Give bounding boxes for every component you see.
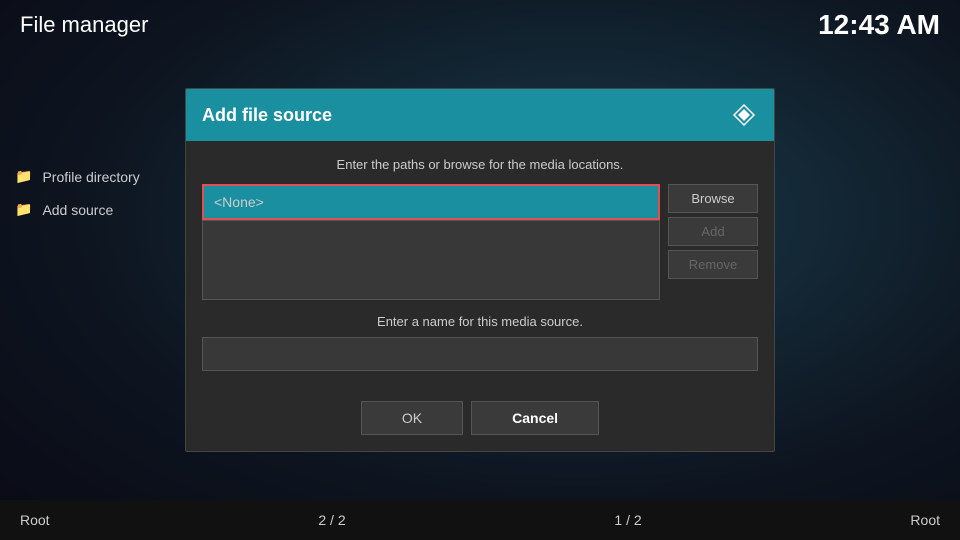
- path-instruction: Enter the paths or browse for the media …: [202, 157, 758, 172]
- cancel-button[interactable]: Cancel: [471, 401, 599, 435]
- path-section: <None> Browse Add Remove: [202, 184, 758, 300]
- add-button[interactable]: Add: [668, 217, 758, 246]
- browse-button[interactable]: Browse: [668, 184, 758, 213]
- ok-button[interactable]: OK: [361, 401, 463, 435]
- name-instruction: Enter a name for this media source.: [202, 314, 758, 329]
- add-file-source-dialog: Add file source Enter the paths or brows…: [185, 88, 775, 452]
- dialog-header: Add file source: [186, 89, 774, 141]
- kodi-logo-icon: [730, 101, 758, 129]
- remove-button[interactable]: Remove: [668, 250, 758, 279]
- name-section: Enter a name for this media source.: [202, 314, 758, 371]
- path-input-area: <None>: [202, 184, 660, 300]
- dialog-body: Enter the paths or browse for the media …: [186, 141, 774, 387]
- path-buttons: Browse Add Remove: [668, 184, 758, 300]
- dialog-overlay: Add file source Enter the paths or brows…: [0, 0, 960, 540]
- path-field[interactable]: <None>: [202, 184, 660, 220]
- path-field-empty: [202, 220, 660, 300]
- name-field[interactable]: [202, 337, 758, 371]
- dialog-footer: OK Cancel: [186, 387, 774, 451]
- dialog-title: Add file source: [202, 105, 332, 126]
